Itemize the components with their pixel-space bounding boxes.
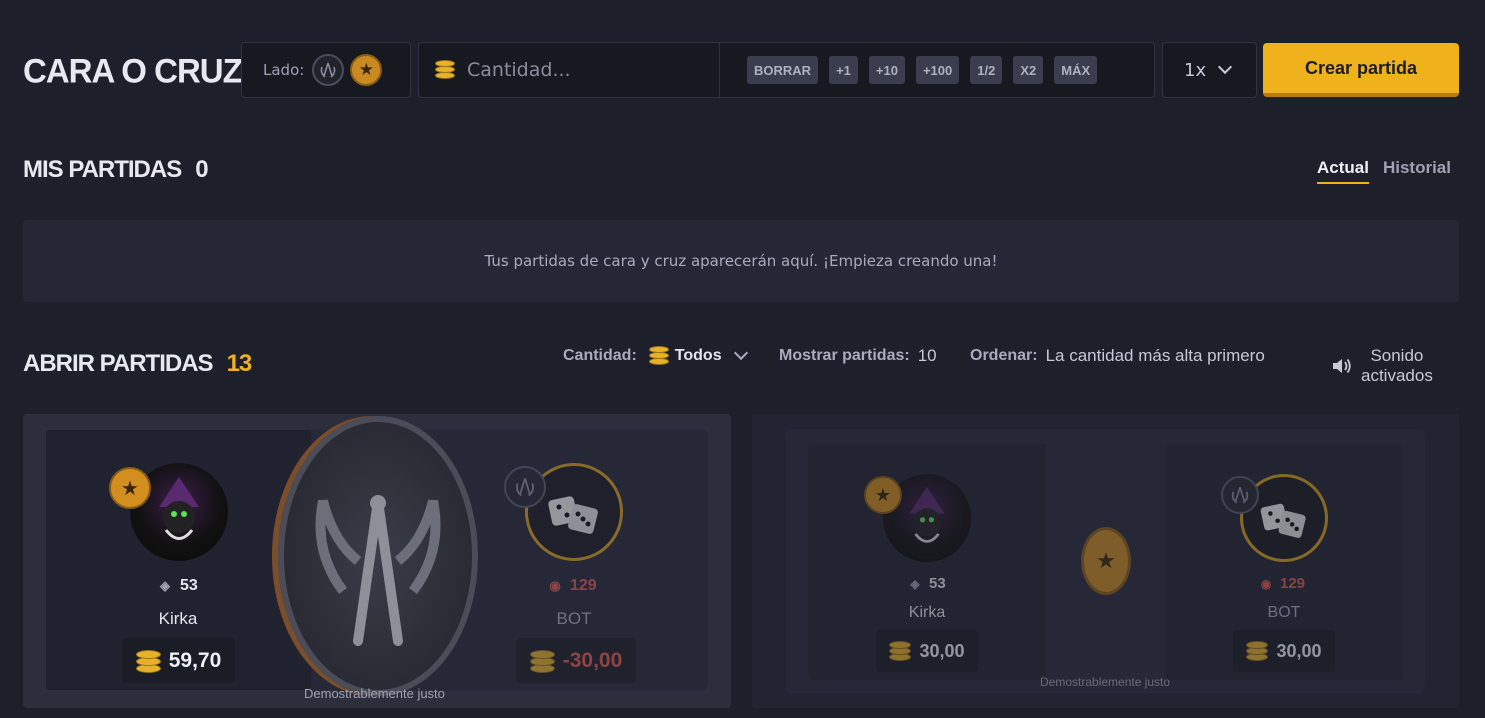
- amount-filter-label: Cantidad:: [563, 347, 637, 364]
- multiplier-select[interactable]: 1x: [1162, 42, 1257, 98]
- plus-one-button[interactable]: +1: [829, 56, 858, 84]
- level-badge: ◈ 53: [156, 577, 198, 595]
- multiplier-value: 1x: [1184, 59, 1207, 81]
- coins-icon: [529, 649, 555, 673]
- level-icon: ◉: [1260, 576, 1272, 591]
- ct-side-icon: [1221, 476, 1259, 514]
- level-value: 53: [929, 575, 946, 592]
- level-value: 129: [570, 577, 597, 594]
- sort-value: La cantidad más alta primero: [1045, 346, 1265, 365]
- bet-amount-value: 30,00: [919, 640, 965, 661]
- empty-message: Tus partidas de cara y cruz aparecerán a…: [484, 252, 998, 270]
- player-name: BOT: [556, 609, 592, 628]
- sound-line2: activados: [1361, 366, 1433, 385]
- amount-chips: BORRAR +1 +10 +100 1/2 X2 MÁX: [747, 56, 1098, 84]
- sort-filter[interactable]: Ordenar: La cantidad más alta primero: [970, 346, 1265, 366]
- level-badge: ◈ 53: [907, 575, 946, 592]
- my-games-header: MIS PARTIDAS 0: [23, 156, 209, 184]
- plus-ten-button[interactable]: +10: [868, 56, 905, 84]
- t-side-icon[interactable]: ★: [350, 54, 383, 86]
- clear-button[interactable]: BORRAR: [747, 56, 819, 84]
- coins-icon: [889, 640, 912, 662]
- show-games-filter[interactable]: Mostrar partidas: 10: [779, 346, 937, 366]
- double-button[interactable]: X2: [1013, 56, 1044, 84]
- bet-amount: -30,00: [516, 638, 636, 683]
- level-icon: ◈: [910, 576, 920, 591]
- level-icon: ◉: [549, 578, 561, 593]
- my-games-empty-state: Tus partidas de cara y cruz aparecerán a…: [23, 220, 1459, 302]
- amount-bar: BORRAR +1 +10 +100 1/2 X2 MÁX: [418, 42, 1155, 98]
- provably-fair-link[interactable]: Demostrablemente justo: [1040, 675, 1170, 689]
- bet-amount: 30,00: [1233, 630, 1335, 672]
- sound-toggle[interactable]: Sonido activados: [1331, 346, 1433, 386]
- sound-line1: Sonido: [1370, 346, 1424, 365]
- speaker-icon: [1333, 358, 1351, 374]
- chevron-down-icon: [733, 345, 748, 361]
- open-games-header: ABRIR PARTIDAS 13: [23, 350, 253, 378]
- coins-icon: [435, 60, 455, 80]
- side-selector: Lado: ★: [241, 42, 411, 98]
- level-icon: ◈: [160, 578, 170, 593]
- plus-hundred-button[interactable]: +100: [915, 56, 960, 84]
- sort-label: Ordenar:: [970, 347, 1038, 364]
- tab-history[interactable]: Historial: [1383, 158, 1451, 184]
- amount-input-area: [419, 43, 720, 97]
- bet-amount-value: 59,70: [168, 648, 222, 672]
- amount-filter-value: Todos: [674, 347, 722, 364]
- t-coin-icon: ★: [1081, 527, 1131, 595]
- side-label: Lado:: [263, 61, 305, 79]
- open-games-title: ABRIR PARTIDAS: [23, 350, 214, 377]
- bet-amount: 59,70: [122, 638, 235, 683]
- t-side-icon: ★: [109, 467, 151, 509]
- ct-side-icon: [504, 466, 546, 508]
- t-side-icon: ★: [864, 476, 902, 514]
- my-games-title: MIS PARTIDAS: [23, 156, 182, 183]
- show-games-value: 10: [917, 346, 937, 365]
- amount-input[interactable]: [467, 59, 717, 81]
- page-title: CARA O CRUZ: [23, 51, 243, 90]
- open-games-count: 13: [226, 350, 253, 377]
- create-game-button[interactable]: Crear partida: [1263, 43, 1459, 97]
- show-games-label: Mostrar partidas:: [779, 347, 910, 364]
- level-badge: ◉ 129: [546, 577, 597, 595]
- level-value: 129: [1280, 575, 1306, 592]
- player-name: Kirka: [908, 604, 946, 621]
- coins-icon: [648, 346, 669, 366]
- amount-filter[interactable]: Cantidad: Todos: [563, 345, 748, 366]
- bet-amount-value: -30,00: [562, 648, 623, 672]
- coins-icon: [1246, 640, 1269, 662]
- level-badge: ◉ 129: [1258, 575, 1305, 592]
- provably-fair-link[interactable]: Demostrablemente justo: [304, 686, 445, 701]
- bet-amount-value: 30,00: [1276, 640, 1322, 661]
- flipping-coin-ct-icon: [278, 416, 478, 696]
- player-name: Kirka: [158, 609, 198, 628]
- max-button[interactable]: MÁX: [1054, 56, 1098, 84]
- my-games-count: 0: [195, 156, 208, 183]
- tab-actual[interactable]: Actual: [1317, 158, 1369, 184]
- player-name: BOT: [1267, 604, 1301, 621]
- chevron-down-icon: [1218, 59, 1233, 75]
- level-value: 53: [180, 577, 198, 594]
- ct-side-icon[interactable]: [312, 54, 345, 86]
- coins-icon: [135, 649, 161, 673]
- half-button[interactable]: 1/2: [970, 56, 1003, 84]
- my-games-tabs: Actual Historial: [1317, 158, 1451, 184]
- bet-amount: 30,00: [876, 630, 978, 672]
